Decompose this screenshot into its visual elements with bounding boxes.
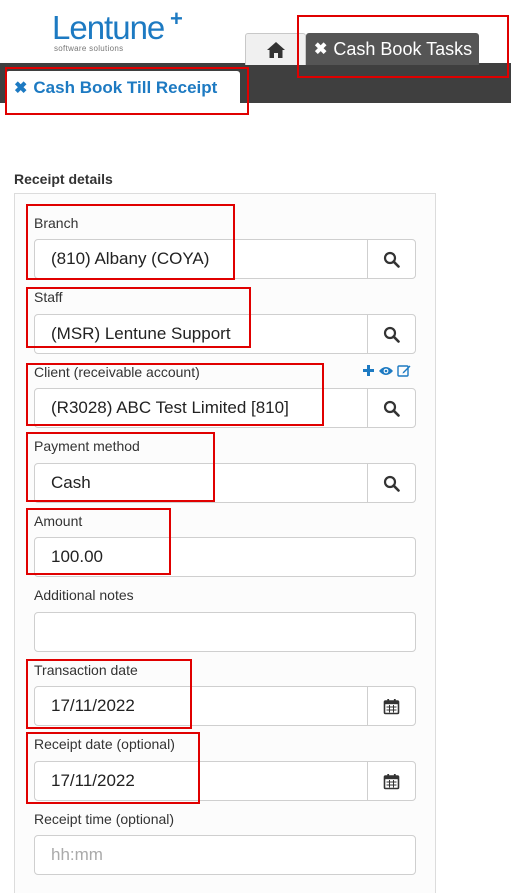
- receipt-time-input[interactable]: hh:mm: [35, 836, 415, 874]
- client-search-button[interactable]: [367, 389, 415, 427]
- highlight-box: [26, 287, 251, 348]
- logo-wordmark: Lentune: [52, 9, 165, 46]
- search-icon: [383, 475, 400, 492]
- highlight-box: [26, 363, 324, 426]
- receipt-time-field[interactable]: hh:mm: [34, 835, 416, 875]
- receipt-date-calendar-button[interactable]: [367, 762, 415, 800]
- receipt-time-label: Receipt time (optional): [34, 811, 175, 827]
- notes-label: Additional notes: [34, 587, 134, 603]
- transaction-date-calendar-button[interactable]: [367, 687, 415, 725]
- highlight-box: [26, 432, 215, 502]
- lentune-logo: Lentune + software solutions: [52, 6, 192, 54]
- highlight-box: [5, 67, 249, 115]
- highlight-box: [297, 15, 509, 78]
- search-icon: [383, 251, 400, 268]
- search-icon: [383, 400, 400, 417]
- payment-method-search-button[interactable]: [367, 464, 415, 502]
- staff-search-button[interactable]: [367, 315, 415, 353]
- highlight-box: [26, 508, 171, 575]
- calendar-icon: [383, 698, 400, 714]
- search-icon: [383, 326, 400, 343]
- highlight-box: [26, 732, 200, 804]
- notes-value[interactable]: [35, 613, 415, 651]
- branch-search-button[interactable]: [367, 240, 415, 278]
- plus-icon[interactable]: [362, 364, 375, 377]
- highlight-box: [26, 204, 235, 280]
- calendar-icon: [383, 773, 400, 789]
- client-actions: [362, 364, 411, 377]
- logo-plus: +: [170, 6, 183, 31]
- eye-icon[interactable]: [378, 365, 394, 377]
- edit-icon[interactable]: [397, 364, 411, 377]
- highlight-box: [26, 659, 192, 729]
- notes-field[interactable]: [34, 612, 416, 652]
- logo-subtitle: software solutions: [54, 44, 124, 53]
- home-icon: [266, 41, 285, 58]
- section-title: Receipt details: [14, 171, 113, 187]
